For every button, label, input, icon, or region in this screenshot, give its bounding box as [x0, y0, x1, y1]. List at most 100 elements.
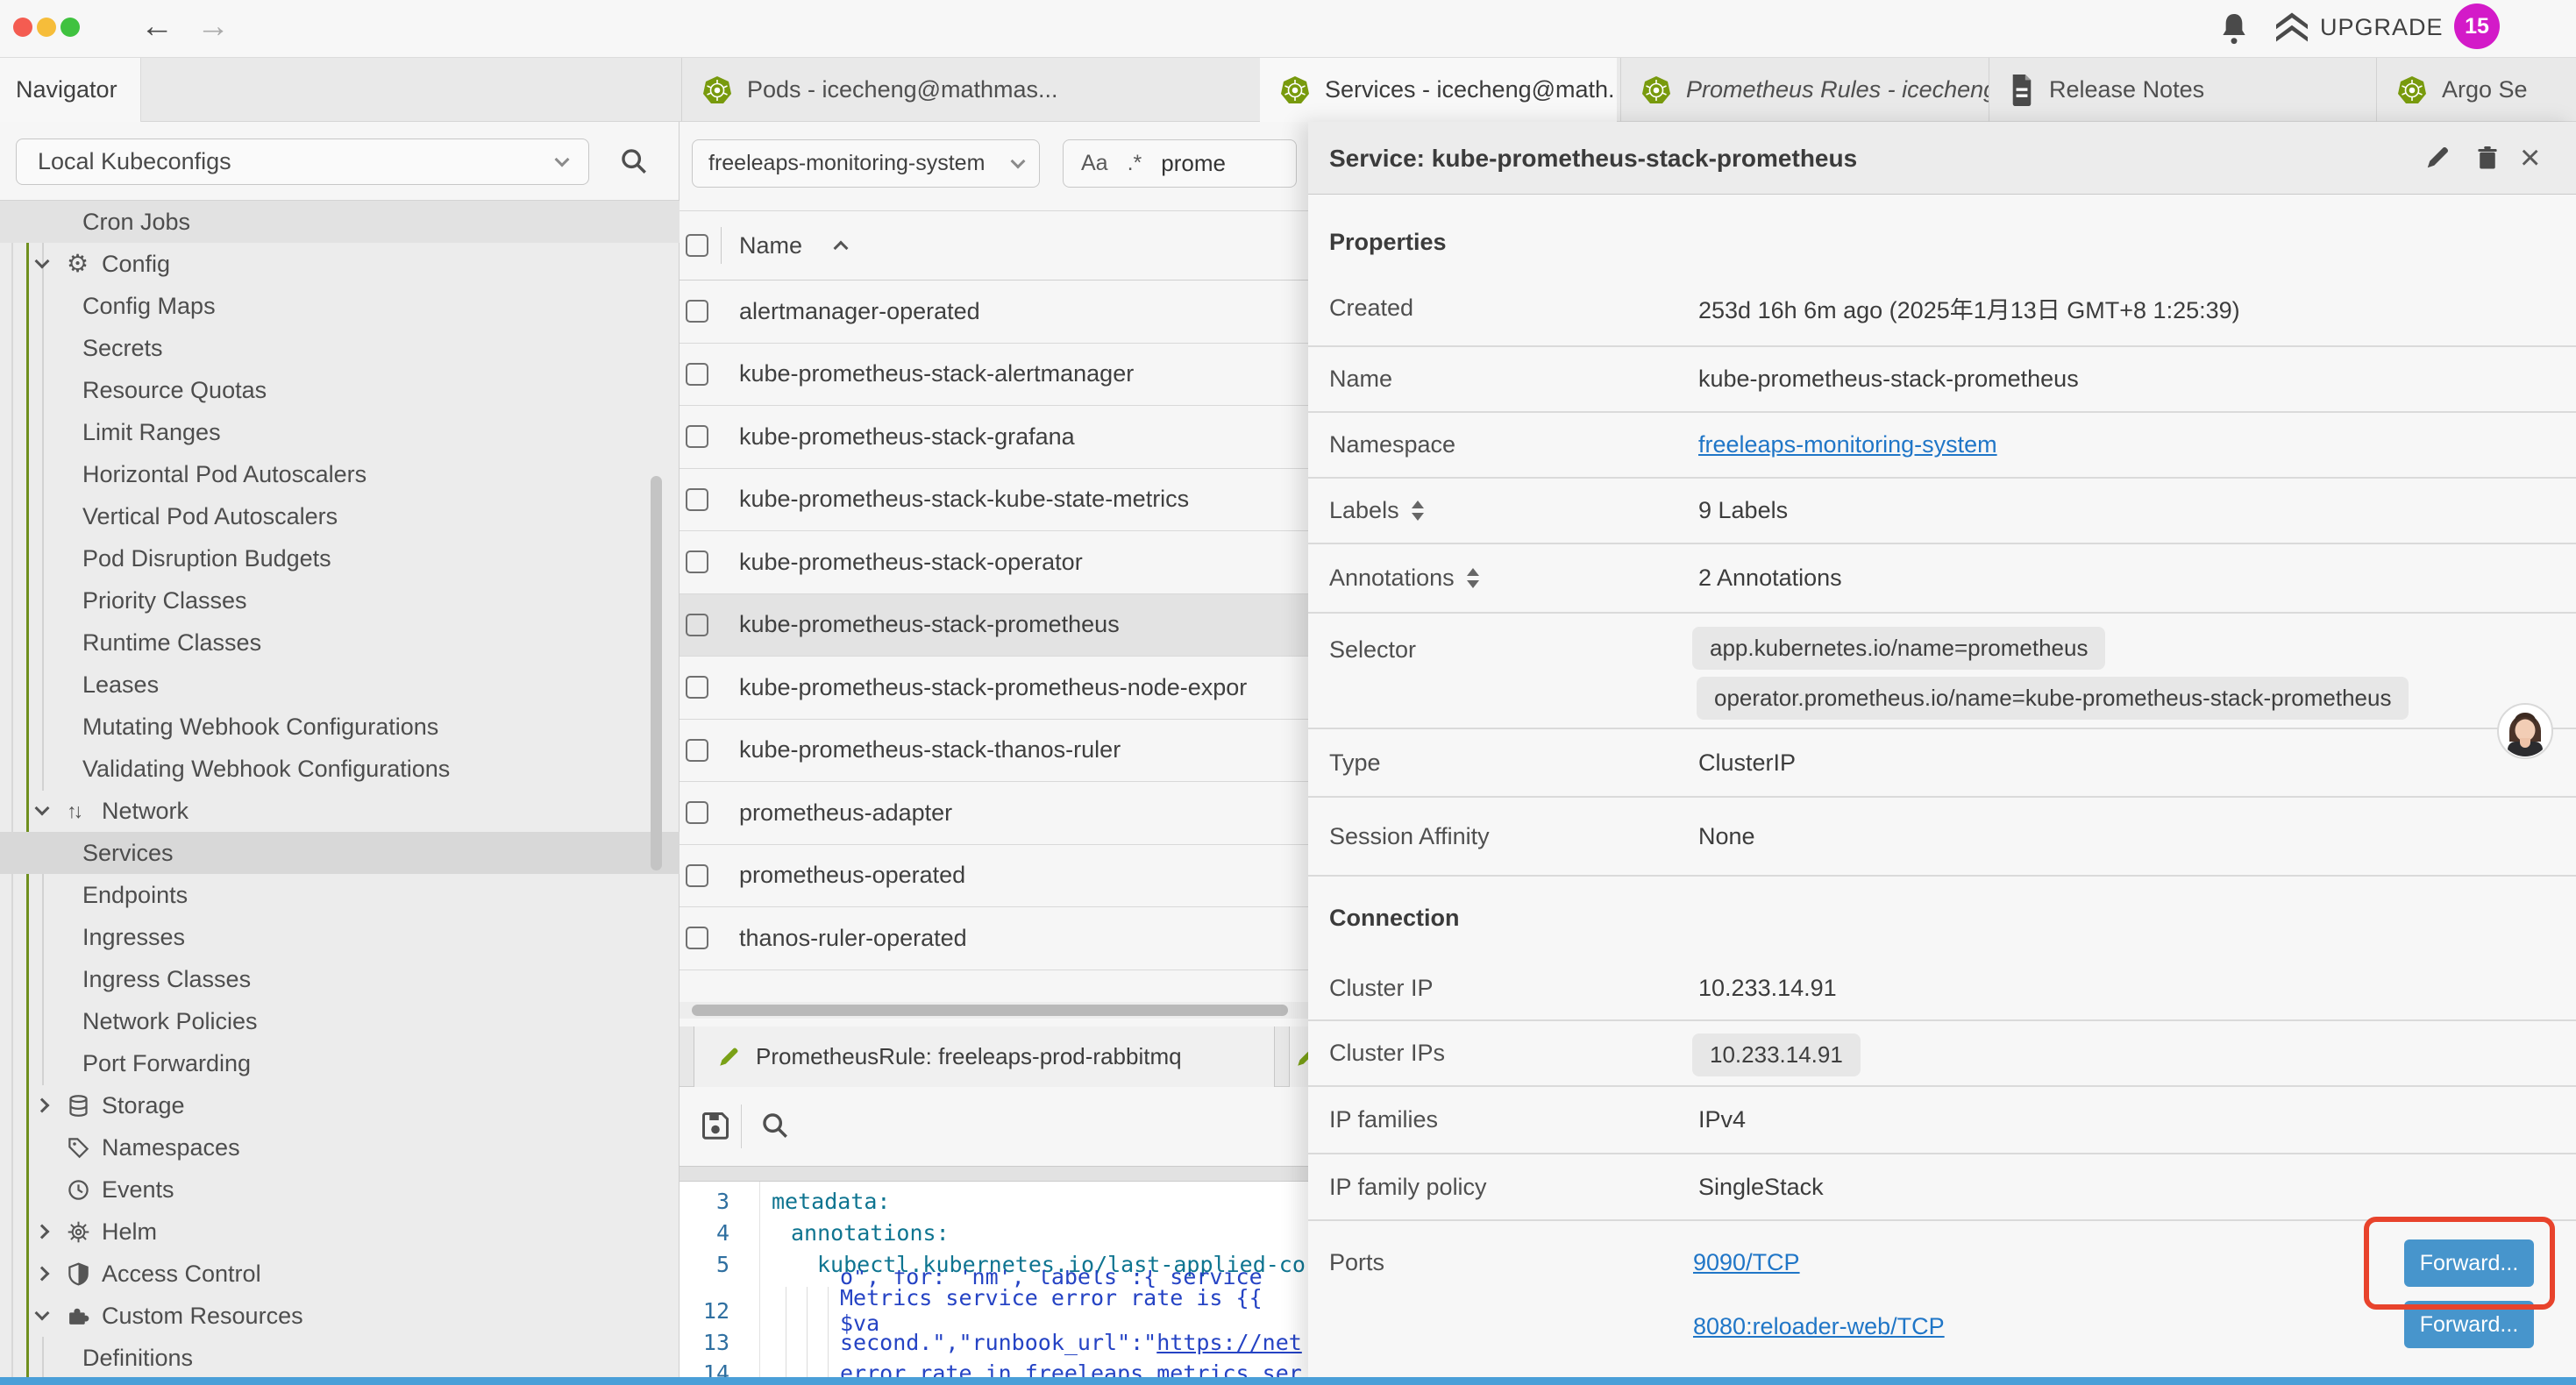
table-row[interactable]: kube-prometheus-stack-alertmanager	[680, 344, 1308, 407]
window-close-button[interactable]	[13, 18, 32, 37]
sidebar-item-leases[interactable]: Leases	[0, 664, 680, 706]
notifications-bell-icon[interactable]	[2220, 11, 2248, 45]
search-icon[interactable]	[619, 146, 649, 176]
row-checkbox[interactable]	[686, 488, 708, 511]
window-minimize-button[interactable]	[37, 18, 56, 37]
filter-input[interactable]: Aa .* prome	[1063, 139, 1297, 188]
sidebar-item-events[interactable]: Events	[0, 1168, 680, 1211]
editor-tab-partial[interactable]	[1289, 1026, 1308, 1087]
port-link-8080[interactable]: 8080:reloader-web/TCP	[1693, 1313, 1945, 1340]
row-checkbox[interactable]	[686, 927, 708, 949]
sidebar-item-config-maps[interactable]: Config Maps	[0, 285, 680, 327]
row-checkbox[interactable]	[686, 801, 708, 824]
sidebar-item-access-control[interactable]: Access Control	[0, 1253, 680, 1295]
code-link[interactable]: https://net	[1156, 1330, 1302, 1355]
kubeconfig-selector[interactable]: Local Kubeconfigs	[16, 138, 589, 185]
sidebar-item-helm[interactable]: Helm	[0, 1211, 680, 1253]
trash-icon[interactable]	[2474, 145, 2501, 171]
sidebar-item-resource-quotas[interactable]: Resource Quotas	[0, 369, 680, 411]
forward-arrow-icon[interactable]: →	[196, 7, 230, 46]
close-panel-icon[interactable]: ×	[2520, 134, 2540, 181]
horizontal-scrollbar[interactable]	[680, 1002, 1308, 1019]
tab-navigator[interactable]: Navigator	[0, 58, 141, 122]
property-label: Name	[1329, 347, 1392, 411]
sidebar-item-storage[interactable]: Storage	[0, 1084, 680, 1126]
scrollbar-thumb[interactable]	[692, 1005, 1288, 1016]
upgrade-button[interactable]: UPGRADE	[2276, 12, 2444, 42]
sidebar-item-secrets[interactable]: Secrets	[0, 327, 680, 369]
expand-collapse-icon[interactable]	[1467, 568, 1479, 588]
sidebar-item-cron-jobs[interactable]: Cron Jobs	[0, 201, 680, 243]
prometheus-rules-tab-label: Prometheus Rules - icecheng...	[1686, 76, 1989, 103]
notification-count-badge[interactable]: 15	[2454, 4, 2500, 49]
save-icon[interactable]	[700, 1110, 731, 1141]
sidebar-item-vertical-pod-autoscalers[interactable]: Vertical Pod Autoscalers	[0, 495, 680, 537]
tag-icon	[67, 1136, 90, 1160]
table-header: Name	[680, 210, 1308, 281]
row-checkbox[interactable]	[686, 363, 708, 386]
search-icon[interactable]	[760, 1111, 790, 1140]
sidebar-item-label: Helm	[102, 1218, 157, 1246]
table-row[interactable]: kube-prometheus-stack-kube-state-metrics	[680, 469, 1308, 532]
name-column-header[interactable]: Name	[739, 211, 846, 280]
expand-collapse-icon[interactable]	[1412, 501, 1424, 521]
avatar[interactable]	[2497, 703, 2553, 759]
sidebar-item-namespaces[interactable]: Namespaces	[0, 1126, 680, 1168]
sidebar-item-priority-classes[interactable]: Priority Classes	[0, 579, 680, 621]
window-maximize-button[interactable]	[60, 18, 80, 37]
sidebar-item-runtime-classes[interactable]: Runtime Classes	[0, 621, 680, 664]
sidebar-item-limit-ranges[interactable]: Limit Ranges	[0, 411, 680, 453]
service-name: kube-prometheus-stack-thanos-ruler	[739, 720, 1121, 782]
table-row[interactable]: kube-prometheus-stack-operator	[680, 531, 1308, 594]
table-row[interactable]: prometheus-adapter	[680, 782, 1308, 845]
sidebar-item-definitions[interactable]: Definitions	[0, 1337, 680, 1379]
tab-pods[interactable]: Pods - icecheng@mathmas...	[681, 58, 1256, 122]
row-checkbox[interactable]	[686, 864, 708, 887]
row-checkbox[interactable]	[686, 614, 708, 636]
namespace-selector[interactable]: freeleaps-monitoring-system	[692, 139, 1040, 188]
row-checkbox[interactable]	[686, 425, 708, 448]
sidebar-item-pod-disruption-budgets[interactable]: Pod Disruption Budgets	[0, 537, 680, 579]
sidebar-item-custom-resources[interactable]: Custom Resources	[0, 1295, 680, 1337]
back-arrow-icon[interactable]: ←	[140, 7, 174, 46]
regex-toggle[interactable]: .*	[1128, 151, 1142, 176]
sidebar-item-mutating-webhook-configurations[interactable]: Mutating Webhook Configurations	[0, 706, 680, 748]
sidebar-item-validating-webhook-configurations[interactable]: Validating Webhook Configurations	[0, 748, 680, 790]
sidebar-item-services[interactable]: Services	[0, 832, 680, 874]
row-checkbox[interactable]	[686, 550, 708, 573]
sidebar-item-horizontal-pod-autoscalers[interactable]: Horizontal Pod Autoscalers	[0, 453, 680, 495]
property-value: 2 Annotations	[1698, 544, 1842, 612]
table-row-selected[interactable]: kube-prometheus-stack-prometheus	[680, 594, 1308, 657]
sidebar-item-endpoints[interactable]: Endpoints	[0, 874, 680, 916]
sidebar-item-network[interactable]: ↑↓Network	[0, 790, 680, 832]
sidebar-item-ingress-classes[interactable]: Ingress Classes	[0, 958, 680, 1000]
select-all-checkbox[interactable]	[686, 234, 708, 257]
editor-tab-prometheusrule[interactable]: PrometheusRule: freeleaps-prod-rabbitmq	[694, 1026, 1275, 1087]
table-row[interactable]: kube-prometheus-stack-thanos-ruler	[680, 720, 1308, 783]
tab-services-active[interactable]: Services - icecheng@math... ×	[1260, 58, 1617, 122]
port-link-9090[interactable]: 9090/TCP	[1693, 1249, 1800, 1276]
toolbar-divider	[741, 1104, 742, 1148]
table-row[interactable]: kube-prometheus-stack-prometheus-node-ex…	[680, 657, 1308, 720]
row-checkbox[interactable]	[686, 739, 708, 762]
row-checkbox[interactable]	[686, 676, 708, 699]
tab-argo[interactable]: Argo Se	[2376, 58, 2576, 122]
table-row[interactable]: alertmanager-operated	[680, 281, 1308, 344]
table-row[interactable]: thanos-ruler-operated	[680, 907, 1308, 970]
sidebar-scrollbar-thumb[interactable]	[651, 476, 662, 870]
sidebar-item-network-policies[interactable]: Network Policies	[0, 1000, 680, 1042]
match-case-toggle[interactable]: Aa	[1081, 151, 1108, 176]
sidebar-item-config[interactable]: ⚙Config	[0, 243, 680, 285]
row-checkbox[interactable]	[686, 300, 708, 323]
sidebar-item-ingresses[interactable]: Ingresses	[0, 916, 680, 958]
edit-pencil-icon[interactable]	[2424, 145, 2451, 171]
sidebar-item-port-forwarding[interactable]: Port Forwarding	[0, 1042, 680, 1084]
app-window: ← → UPGRADE 15 Navigator Pods - icecheng…	[0, 0, 2576, 1385]
table-row[interactable]: prometheus-operated	[680, 845, 1308, 908]
table-row[interactable]: kube-prometheus-stack-grafana	[680, 406, 1308, 469]
yaml-editor[interactable]: 3metadata: 4annotations: 5kubectl.kubern…	[680, 1182, 1308, 1385]
namespace-link[interactable]: freeleaps-monitoring-system	[1698, 431, 1997, 458]
tab-prometheus-rules[interactable]: Prometheus Rules - icecheng...	[1620, 58, 1989, 122]
window-bottom-accent	[0, 1377, 2576, 1385]
tab-release-notes[interactable]: Release Notes	[1989, 58, 2376, 122]
